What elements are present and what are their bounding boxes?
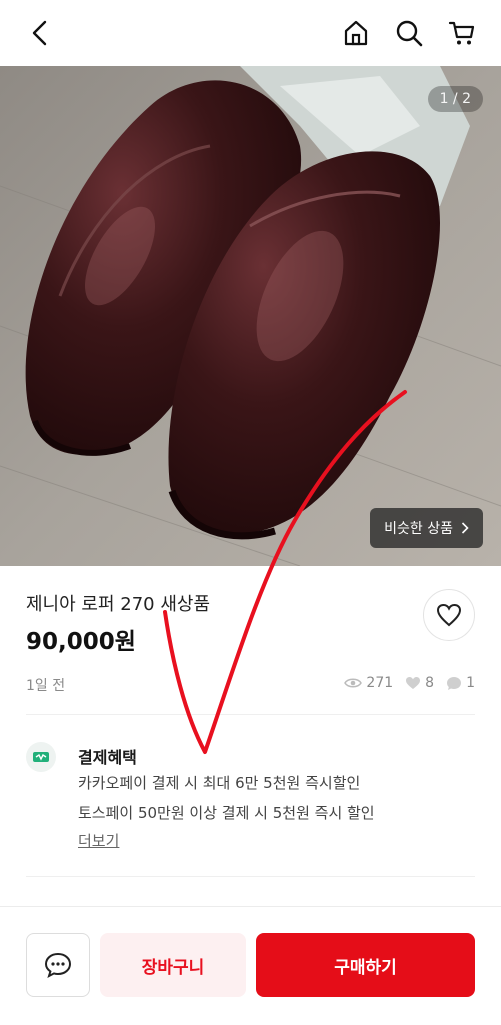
cart-button[interactable] — [444, 15, 480, 51]
top-navigation-bar — [0, 0, 501, 66]
eye-icon — [344, 678, 363, 688]
like-button[interactable] — [423, 589, 475, 641]
similar-products-label: 비슷한 상품 — [384, 521, 453, 537]
loafer-shoes-image — [0, 66, 501, 566]
wallet-icon — [33, 752, 49, 762]
posted-time: 1일 전 — [26, 678, 66, 694]
section-divider — [26, 876, 475, 877]
buy-now-button[interactable]: 구매하기 — [256, 933, 475, 997]
chat-bubble-icon — [447, 676, 462, 690]
chevron-right-icon — [461, 522, 469, 534]
benefit-line-tosspay: 토스페이 50만원 이상 결제 시 5천원 즉시 할인 — [78, 804, 375, 822]
product-price: 90,000원 — [26, 629, 136, 655]
benefit-line-kakaopay: 카카오페이 결제 시 최대 6만 5천원 즉시할인 — [78, 774, 361, 792]
cart-icon — [448, 21, 475, 45]
product-photo[interactable]: 1 / 2 비슷한 상품 — [0, 66, 501, 566]
back-button[interactable] — [22, 15, 58, 51]
search-button[interactable] — [391, 15, 427, 51]
likes-count: 8 — [425, 675, 435, 691]
heart-icon — [406, 677, 421, 689]
product-stats: 271 8 1 — [336, 675, 475, 691]
search-icon — [396, 20, 423, 47]
views-stat: 271 — [344, 675, 393, 691]
back-arrow-icon — [32, 20, 47, 46]
chat-button[interactable] — [26, 933, 90, 997]
payment-benefit-title: 결제혜택 — [78, 748, 137, 767]
section-divider — [26, 714, 475, 715]
chat-bubble-icon — [44, 952, 72, 978]
home-button[interactable] — [338, 15, 374, 51]
likes-stat: 8 — [405, 675, 434, 691]
chats-count: 1 — [466, 675, 475, 691]
chats-stat: 1 — [446, 675, 475, 691]
benefit-more-link[interactable]: 더보기 — [78, 830, 119, 851]
views-count: 271 — [366, 675, 394, 691]
photo-counter: 1 / 2 — [427, 86, 483, 112]
home-icon — [344, 20, 368, 46]
heart-icon — [436, 603, 462, 627]
payment-benefit-icon — [26, 742, 56, 772]
bottom-action-bar: 장바구니 구매하기 — [0, 906, 501, 1025]
similar-products-button[interactable]: 비슷한 상품 — [370, 508, 483, 548]
product-title: 제니아 로퍼 270 새상품 — [26, 594, 211, 615]
add-to-cart-button[interactable]: 장바구니 — [100, 933, 246, 997]
